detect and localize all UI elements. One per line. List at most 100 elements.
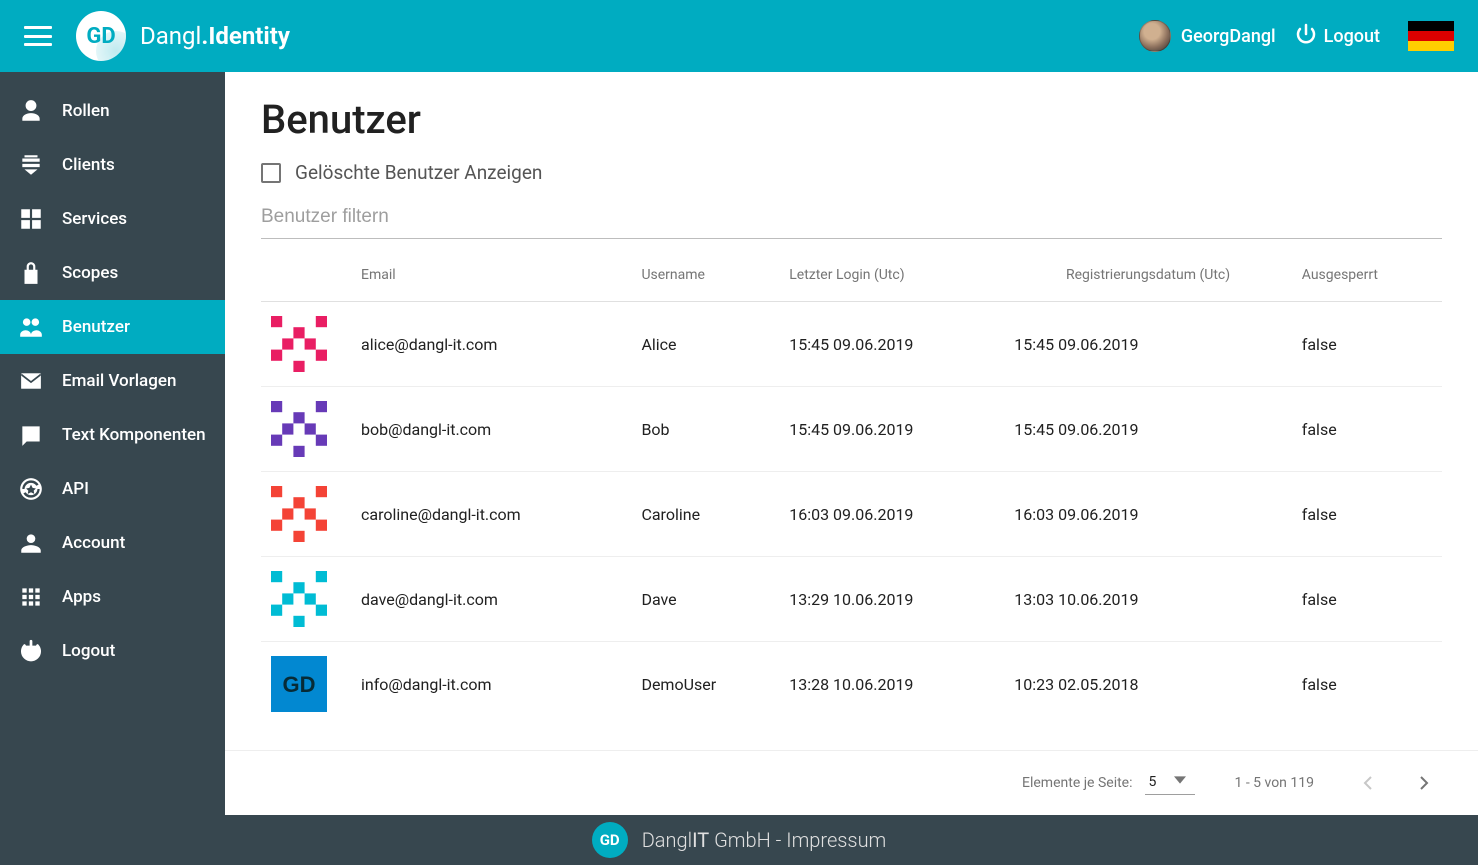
page-size-select[interactable]: 5 [1145,772,1195,795]
page-size-value: 5 [1149,774,1157,790]
sidebar-item-text[interactable]: Text Komponenten [0,408,225,462]
footer-company-prefix: Dangl [642,828,692,852]
account-icon [18,530,44,556]
services-icon [18,206,44,232]
user-avatar-icon [271,401,327,457]
show-deleted-row: Gelöschte Benutzer Anzeigen [225,161,1478,198]
cell-registration: 15:45 09.06.2019 [1004,302,1291,387]
cell-username: DemoUser [631,642,779,727]
cell-registration: 10:23 02.05.2018 [1004,642,1291,727]
show-deleted-checkbox[interactable] [261,163,281,183]
col-username[interactable]: Username [631,249,779,302]
cell-last-login: 15:45 09.06.2019 [779,387,1004,472]
sidebar-item-users[interactable]: Benutzer [0,300,225,354]
table-row[interactable]: GDinfo@dangl-it.comDemoUser13:28 10.06.2… [261,642,1442,727]
sidebar-item-scopes[interactable]: Scopes [0,246,225,300]
pager-arrows [1354,769,1438,797]
flag-stripe-red [1408,31,1454,41]
cell-locked: false [1292,387,1442,472]
show-deleted-label: Gelöschte Benutzer Anzeigen [295,161,542,184]
cell-last-login: 13:29 10.06.2019 [779,557,1004,642]
user-name-label: GeorgDangl [1181,26,1276,47]
col-last-login[interactable]: Letzter Login (Utc) [779,249,1004,302]
email-icon [18,368,44,394]
items-per-page-label: Elemente je Seite: [1022,775,1132,791]
power-icon [1294,22,1318,51]
language-flag-button[interactable] [1408,21,1454,51]
sidebar-item-label: Services [62,209,127,229]
cell-registration: 13:03 10.06.2019 [1004,557,1291,642]
col-locked[interactable]: Ausgesperrt [1292,249,1442,302]
footer: GD DanglIT GmbH - Impressum [0,815,1478,865]
api-icon [18,476,44,502]
logout-link[interactable]: Logout [1294,22,1380,51]
user-table-wrap: Email Username Letzter Login (Utc) Regis… [225,249,1478,750]
range-label: 1 - 5 von 119 [1235,775,1315,791]
cell-username: Alice [631,302,779,387]
sidebar-item-logout[interactable]: Logout [0,624,225,678]
brand-light: Dangl [140,22,201,50]
footer-text[interactable]: DanglIT GmbH - Impressum [642,828,887,852]
logout-label: Logout [1324,26,1380,47]
hamburger-menu-button[interactable] [24,26,52,46]
cell-last-login: 16:03 09.06.2019 [779,472,1004,557]
cell-last-login: 13:28 10.06.2019 [779,642,1004,727]
users-icon [18,314,44,340]
cell-avatar: GD [261,642,351,727]
text-icon [18,422,44,448]
brand-title: Dangl.Identity [140,22,290,50]
filter-row [225,198,1478,239]
main: Rollen Clients Services Scopes Benutzer Email… [0,72,1478,815]
cell-email: alice@dangl-it.com [351,302,631,387]
sidebar-item-apps[interactable]: Apps [0,570,225,624]
logout-icon [18,638,44,664]
cell-last-login: 15:45 09.06.2019 [779,302,1004,387]
items-per-page: Elemente je Seite: 5 [1022,772,1194,795]
table-row[interactable]: bob@dangl-it.comBob15:45 09.06.201915:45… [261,387,1442,472]
sidebar-item-roles[interactable]: Rollen [0,84,225,138]
cell-registration: 16:03 09.06.2019 [1004,472,1291,557]
sidebar-item-label: Benutzer [62,317,130,337]
sidebar-item-label: Account [62,533,125,553]
cell-registration: 15:45 09.06.2019 [1004,387,1291,472]
next-page-button[interactable] [1410,769,1438,797]
col-email[interactable]: Email [351,249,631,302]
footer-company-suffix: GmbH - Impressum [709,828,886,852]
topbar: GD Dangl.Identity GeorgDangl Logout [0,0,1478,72]
sidebar-item-label: Email Vorlagen [62,371,176,391]
filter-input[interactable] [261,198,1442,239]
sidebar-item-email[interactable]: Email Vorlagen [0,354,225,408]
footer-logo: GD [592,822,628,858]
cell-locked: false [1292,642,1442,727]
cell-locked: false [1292,557,1442,642]
paginator: Elemente je Seite: 5 1 - 5 von 119 [225,750,1478,815]
page-title: Benutzer [225,72,1478,161]
sidebar-item-label: Clients [62,155,115,175]
prev-page-button[interactable] [1354,769,1382,797]
flag-stripe-black [1408,21,1454,31]
chevron-down-icon [1174,774,1186,790]
table-row[interactable]: caroline@dangl-it.comCaroline16:03 09.06… [261,472,1442,557]
sidebar-item-account[interactable]: Account [0,516,225,570]
user-avatar-icon [271,486,327,542]
footer-company-bold: IT [692,828,709,852]
table-row[interactable]: alice@dangl-it.comAlice15:45 09.06.20191… [261,302,1442,387]
sidebar-item-label: Rollen [62,101,110,121]
scopes-icon [18,260,44,286]
sidebar-item-api[interactable]: API [0,462,225,516]
table-row[interactable]: dave@dangl-it.comDave13:29 10.06.201913:… [261,557,1442,642]
sidebar-item-services[interactable]: Services [0,192,225,246]
cell-email: dave@dangl-it.com [351,557,631,642]
sidebar-item-label: Apps [62,587,101,607]
col-registration[interactable]: Registrierungsdatum (Utc) [1004,249,1291,302]
col-avatar [261,249,351,302]
cell-email: caroline@dangl-it.com [351,472,631,557]
svg-text:GD: GD [283,672,316,697]
cell-username: Caroline [631,472,779,557]
brand-logo[interactable]: GD [76,11,126,61]
user-profile-link[interactable]: GeorgDangl [1139,20,1276,52]
roles-icon [18,98,44,124]
cell-username: Bob [631,387,779,472]
clients-icon [18,152,44,178]
sidebar-item-clients[interactable]: Clients [0,138,225,192]
